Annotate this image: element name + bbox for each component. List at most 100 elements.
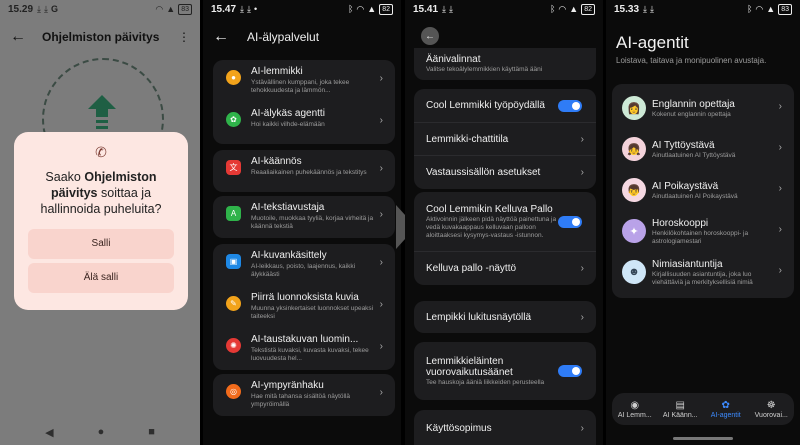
agent-horoscope[interactable]: ✦ Horoskooppi Henkilökohtainen horoskoopp… xyxy=(612,211,794,252)
settings-card: Cool Lemmikki työpöydällä Lemmikki-chatt… xyxy=(414,89,596,189)
service-card: ● AI-lemmikki Ystävällinen kumppani, joka… xyxy=(213,60,395,144)
deny-button[interactable]: Älä salli xyxy=(28,263,174,293)
bluetooth-icon: ᛒ xyxy=(747,4,753,14)
pet-tab-icon: ◉ xyxy=(630,399,640,411)
chevron-right-icon: › xyxy=(778,142,782,153)
allow-button[interactable]: Salli xyxy=(28,229,174,259)
list-item-ai-agent[interactable]: ✿ AI-älykäs agentti Hoi kaikki vilhde-elä… xyxy=(213,102,395,144)
settings-card: Cool Lemmikin Kelluva Pallo Aktivoinnin j… xyxy=(414,192,596,285)
download-icon: ⤓ xyxy=(442,3,447,14)
chevron-right-icon: › xyxy=(580,263,584,274)
battery-icon: 83 xyxy=(778,3,792,15)
desktop-pet-row: Cool Lemmikki työpöydällä xyxy=(414,89,596,123)
status-time: 15.33 xyxy=(614,3,640,15)
screen-ai-services: 15.47 ⤓ ⤓ • ᛒ ◠ ▲ 82 ← AI-älypalvelut ● … xyxy=(203,0,401,445)
status-time: 15.47 xyxy=(211,3,237,15)
compass-avatar: ✦ xyxy=(622,219,646,243)
notification-dot-icon: • xyxy=(254,4,258,14)
battery-icon: 82 xyxy=(379,3,393,15)
floating-ball-toggle[interactable] xyxy=(558,215,582,228)
chevron-right-icon: › xyxy=(379,209,383,220)
interaction-sounds-row: Lemmikkieläinten vuorovaikutusäänet Tee h… xyxy=(414,342,596,400)
wifi-icon: ◠ xyxy=(755,3,764,14)
agent-ai-girlfriend[interactable]: 👧 AI Tyttöystävä Ainutlaatuinen AI Tyttöy… xyxy=(612,129,794,170)
service-card: 文 AI-käännös Reaaliaikainen puhekäännös j… xyxy=(213,150,395,192)
desktop-pet-toggle[interactable] xyxy=(558,99,582,112)
agent-ai-boyfriend[interactable]: 👦 AI Poikaystävä Ainutlaatuinen AI Poikay… xyxy=(612,170,794,211)
status-bar: 15.29 ⤓ ⤓ G ◠ ▲ 83 xyxy=(0,0,200,18)
wifi-icon: ◠ xyxy=(155,3,164,14)
list-item-ai-text-assistant[interactable]: A AI-tekstiavustaja Muotoile, muokkaa tyy… xyxy=(213,196,395,238)
download-icon: ⤓ xyxy=(44,3,48,14)
paw-icon: ● xyxy=(226,70,241,85)
page-title: Ohjelmiston päivitys xyxy=(42,30,160,44)
agent-name-expert[interactable]: ☻ Nimiasiantuntija Kirjallisuuden asiantu… xyxy=(612,252,794,293)
tab-ai-translate[interactable]: ▤ AI Käänn... xyxy=(658,400,702,419)
google-icon: G xyxy=(51,4,59,14)
download-icon: ⤓ xyxy=(247,3,251,14)
chevron-right-icon: › xyxy=(580,422,584,434)
tab-ai-pet[interactable]: ◉ AI Lemm... xyxy=(613,400,657,419)
download-icon: ⤓ xyxy=(650,3,654,14)
chevron-right-icon: › xyxy=(379,341,383,352)
bottom-tab-bar: ◉ AI Lemm... ▤ AI Käänn... ✿ AI-agentit … xyxy=(612,393,794,425)
settings-card: Äänivalinnat Valitse tekoälylemmikkien kä… xyxy=(414,48,596,80)
list-item-ai-image-editing[interactable]: ▣ AI-kuvankäsittely AI-leikkaus, poisto, … xyxy=(213,244,395,286)
terms-row[interactable]: Käyttösopimus › xyxy=(414,410,596,445)
response-settings-row[interactable]: Vastaussisällön asetukset › xyxy=(414,156,596,189)
list-item-ai-pet[interactable]: ● AI-lemmikki Ystävällinen kumppani, joka… xyxy=(213,60,395,102)
nav-recents-icon[interactable]: ■ xyxy=(148,426,155,439)
floating-ball-display-row[interactable]: Kelluva pallo -näyttö › xyxy=(414,252,596,285)
list-item-circle-search[interactable]: ◎ AI-ympyränhaku Hae mitä tahansa sisältö… xyxy=(213,374,395,416)
back-arrow-icon[interactable]: ← xyxy=(421,27,439,45)
girlfriend-avatar: 👧 xyxy=(622,137,646,161)
chevron-right-icon: › xyxy=(379,73,383,84)
page-title: AI-älypalvelut xyxy=(247,30,320,44)
interaction-sounds-toggle[interactable] xyxy=(558,365,582,377)
screen-ai-agents: 15.33 ⤓ ⤓ ᛒ ◠ ▲ 83 AI-agentit Loistava, … xyxy=(606,0,800,445)
voice-selection[interactable]: Äänivalinnat Valitse tekoälylemmikkien kä… xyxy=(414,48,596,80)
nav-home-icon[interactable]: ● xyxy=(98,426,105,439)
settings-card: Lemmikkieläinten vuorovaikutusäänet Tee h… xyxy=(414,342,596,400)
pet-chat-mode-row[interactable]: Lemmikki-chattitila › xyxy=(414,123,596,156)
screen-pet-settings: 15.41 ⤓ ⤓ ᛒ ◠ ▲ 82 ← Äänivalinnat Valitse… xyxy=(405,0,603,445)
tab-ai-agents[interactable]: ✿ AI-agentit xyxy=(704,400,748,419)
bluetooth-icon: ᛒ xyxy=(348,4,354,14)
translate-icon: 文 xyxy=(226,160,241,175)
agent-english-teacher[interactable]: 👩 Englannin opettaja Kokenut englannin op… xyxy=(612,88,794,129)
chevron-right-icon: › xyxy=(778,183,782,194)
list-item-ai-wallpaper[interactable]: ✺ AI-taustakuvan luomin... Tekstistä kuva… xyxy=(213,328,395,370)
chevron-right-icon: › xyxy=(580,311,584,323)
status-time: 15.29 xyxy=(8,3,34,15)
service-card: ▣ AI-kuvankäsittely AI-leikkaus, poisto, … xyxy=(213,244,395,370)
list-item-sketch-to-image[interactable]: ✎ Piirrä luonnoksista kuvia Muunna yksink… xyxy=(213,286,395,328)
chevron-right-icon: › xyxy=(379,299,383,310)
chevron-right-icon: › xyxy=(379,257,383,268)
back-arrow-icon[interactable]: ← xyxy=(213,28,229,46)
wifi-icon: ◠ xyxy=(356,3,365,14)
wifi-icon: ◠ xyxy=(558,3,567,14)
chevron-right-icon: › xyxy=(778,224,782,235)
download-icon: ⤓ xyxy=(449,3,453,14)
agents-list: 👩 Englannin opettaja Kokenut englannin op… xyxy=(612,84,794,298)
nav-back-icon[interactable]: ◀ xyxy=(45,426,53,439)
more-options-icon[interactable]: ⋮ xyxy=(178,30,190,44)
wallpaper-icon: ✺ xyxy=(226,338,241,353)
screen-software-update: 15.29 ⤓ ⤓ G ◠ ▲ 83 ← Ohjelmiston päivity… xyxy=(0,0,200,445)
tab-interaction[interactable]: ☸ Vuorovai... xyxy=(749,400,793,419)
bluetooth-icon: ᛒ xyxy=(550,4,556,14)
chevron-right-icon: › xyxy=(580,167,584,178)
list-item-ai-translate[interactable]: 文 AI-käännös Reaaliaikainen puhekäännös j… xyxy=(213,150,395,192)
image-icon: ▣ xyxy=(226,254,241,269)
chevron-right-icon: › xyxy=(580,133,584,145)
download-icon: ⤓ xyxy=(37,3,42,14)
chevron-right-icon: › xyxy=(778,265,782,276)
chevron-right-icon: › xyxy=(379,163,383,174)
page-subtitle: Loistava, taitava ja monipuolinen avusta… xyxy=(616,56,767,65)
signal-icon: ▲ xyxy=(166,4,176,14)
permission-dialog: ✆ Saako Ohjelmiston päivitys soittaa ja … xyxy=(14,132,188,310)
lock-screen-pet-row[interactable]: Lempikki lukitusnäytöllä › xyxy=(414,301,596,333)
page-title: AI-agentit xyxy=(616,33,689,52)
back-arrow-icon[interactable]: ← xyxy=(10,28,26,46)
system-nav-bar: ◀ ● ■ xyxy=(0,426,200,439)
